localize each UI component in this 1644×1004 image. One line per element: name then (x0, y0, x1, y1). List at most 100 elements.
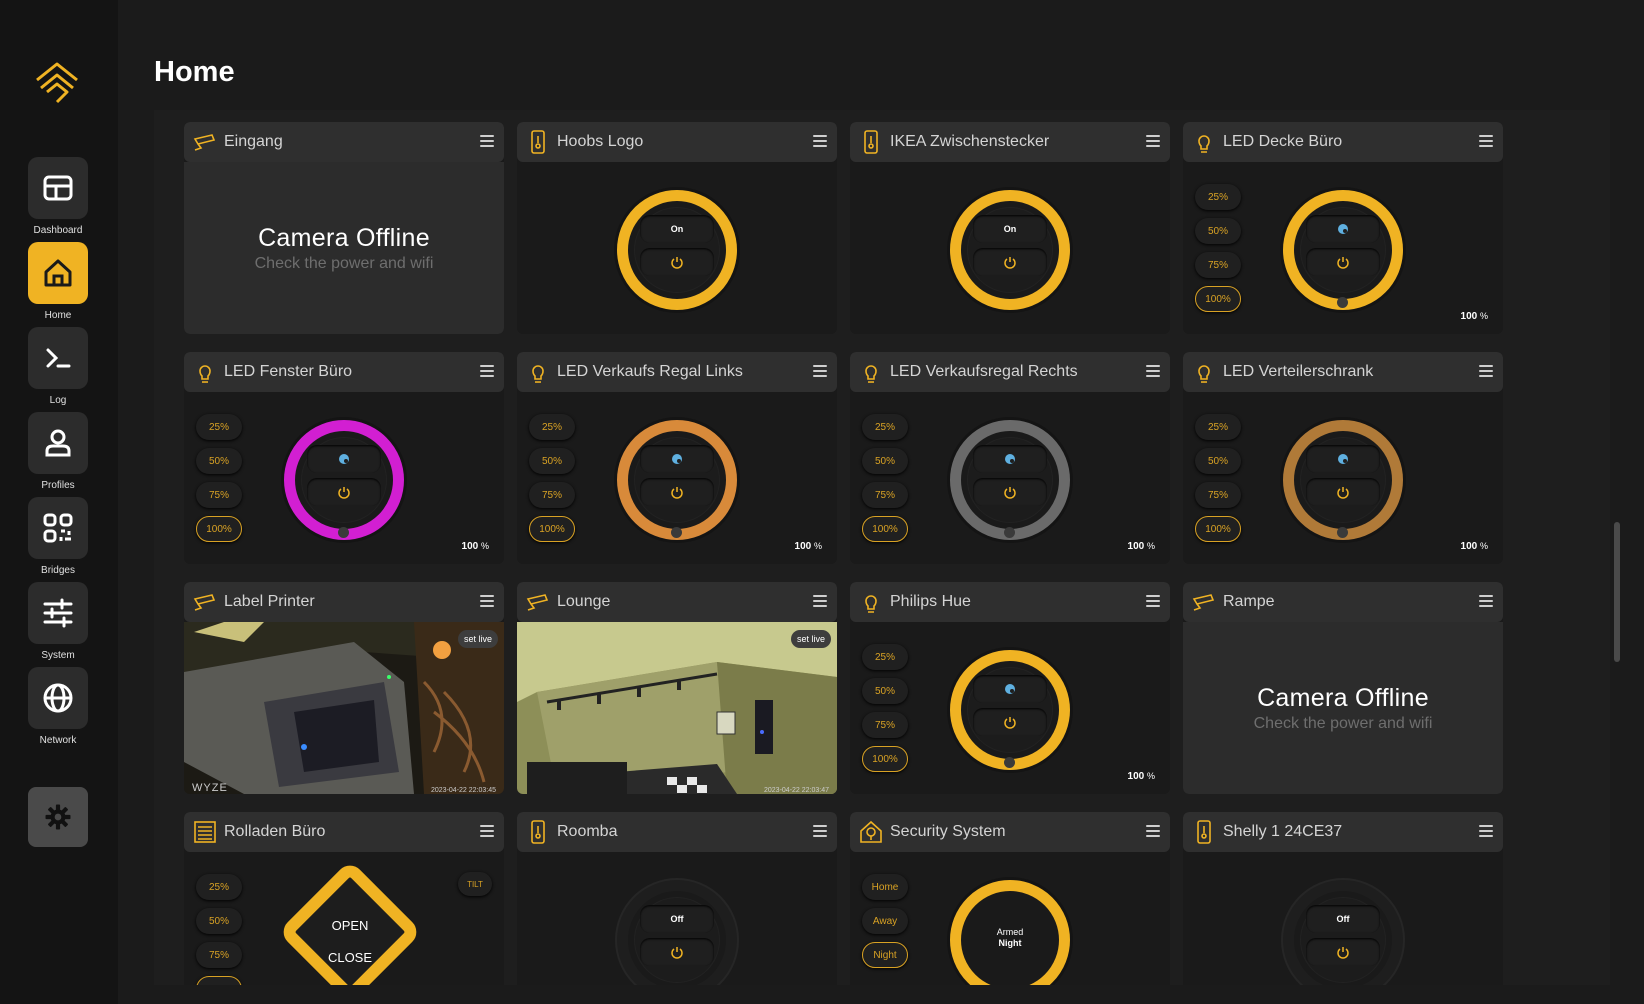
ring-knob[interactable] (1337, 527, 1348, 538)
nav-dashboard-button[interactable] (28, 157, 88, 219)
hoobs-logo[interactable] (33, 58, 81, 106)
card-header[interactable]: LED Verteilerschrank (1183, 352, 1503, 392)
power-button[interactable] (640, 938, 714, 966)
menu-icon[interactable] (813, 135, 827, 147)
ring-knob[interactable] (671, 527, 682, 538)
brightness-25-button[interactable]: 25% (1195, 414, 1241, 440)
power-button[interactable] (973, 478, 1047, 506)
card-header[interactable]: Rolladen Büro (184, 812, 504, 852)
security-dial[interactable]: Armed Night (950, 880, 1070, 985)
nav-item-network[interactable]: Network (28, 667, 88, 746)
light-dial[interactable] (1283, 190, 1403, 310)
menu-icon[interactable] (480, 825, 494, 837)
menu-icon[interactable] (1479, 595, 1493, 607)
color-button[interactable] (973, 445, 1047, 473)
brightness-75-button[interactable]: 75% (1195, 252, 1241, 278)
card-header[interactable]: Label Printer (184, 582, 504, 622)
light-dial[interactable] (284, 420, 404, 540)
nav-item-bridges[interactable]: Bridges (28, 497, 88, 576)
brightness-75-button[interactable]: 75% (862, 482, 908, 508)
brightness-50-button[interactable]: 50% (196, 448, 242, 474)
menu-icon[interactable] (480, 135, 494, 147)
brightness-100-button[interactable]: 100% (862, 516, 908, 542)
position-100-button[interactable]: 100% (196, 976, 242, 985)
nav-item-system[interactable]: System (28, 582, 88, 661)
brightness-100-button[interactable]: 100% (1195, 516, 1241, 542)
power-button[interactable] (973, 248, 1047, 276)
settings-button[interactable] (28, 787, 88, 847)
brightness-75-button[interactable]: 75% (529, 482, 575, 508)
brightness-50-button[interactable]: 50% (1195, 218, 1241, 244)
power-button[interactable] (1306, 248, 1380, 276)
switch-dial[interactable]: Off (1283, 880, 1403, 985)
brightness-25-button[interactable]: 25% (529, 414, 575, 440)
card-header[interactable]: Roomba (517, 812, 837, 852)
power-button[interactable] (1306, 938, 1380, 966)
card-header[interactable]: Rampe (1183, 582, 1503, 622)
set-live-button[interactable]: set live (790, 630, 831, 648)
menu-icon[interactable] (480, 365, 494, 377)
color-button[interactable] (1306, 445, 1380, 473)
ring-knob[interactable] (1004, 757, 1015, 768)
tilt-button[interactable]: TILT (458, 872, 492, 896)
power-button[interactable] (973, 708, 1047, 736)
position-25-button[interactable]: 25% (196, 874, 242, 900)
light-dial[interactable] (1283, 420, 1403, 540)
power-button[interactable] (1306, 478, 1380, 506)
brightness-75-button[interactable]: 75% (196, 482, 242, 508)
power-button[interactable] (307, 478, 381, 506)
nav-bridges-button[interactable] (28, 497, 88, 559)
nav-profiles-button[interactable] (28, 412, 88, 474)
switch-dial[interactable]: Off (617, 880, 737, 985)
scrollbar[interactable] (1610, 110, 1622, 985)
nav-item-dashboard[interactable]: Dashboard (28, 157, 88, 236)
menu-icon[interactable] (1146, 365, 1160, 377)
brightness-50-button[interactable]: 50% (1195, 448, 1241, 474)
brightness-100-button[interactable]: 100% (1195, 286, 1241, 312)
brightness-50-button[interactable]: 50% (862, 678, 908, 704)
color-button[interactable] (307, 445, 381, 473)
ring-knob[interactable] (338, 527, 349, 538)
card-header[interactable]: Shelly 1 24CE37 (1183, 812, 1503, 852)
menu-icon[interactable] (1479, 825, 1493, 837)
open-button[interactable]: OPEN (284, 910, 416, 942)
brightness-100-button[interactable]: 100% (529, 516, 575, 542)
set-live-button[interactable]: set live (457, 630, 498, 648)
close-button[interactable]: CLOSE (284, 942, 416, 974)
nav-system-button[interactable] (28, 582, 88, 644)
color-button[interactable] (640, 445, 714, 473)
menu-icon[interactable] (813, 825, 827, 837)
brightness-100-button[interactable]: 100% (862, 746, 908, 772)
nav-home-button[interactable] (28, 242, 88, 304)
light-dial[interactable] (950, 420, 1070, 540)
mode-away-button[interactable]: Away (862, 908, 908, 934)
mode-night-button[interactable]: Night (862, 942, 908, 968)
power-button[interactable] (640, 248, 714, 276)
camera-snapshot[interactable]: set live 2023-04-22 22:03:47 (517, 622, 837, 794)
card-header[interactable]: Security System (850, 812, 1170, 852)
camera-snapshot[interactable]: set live WYZE 2023-04-22 22:03:45 (184, 622, 504, 794)
nav-item-log[interactable]: Log (28, 327, 88, 406)
brightness-50-button[interactable]: 50% (529, 448, 575, 474)
brightness-25-button[interactable]: 25% (862, 644, 908, 670)
ring-knob[interactable] (1337, 297, 1348, 308)
color-button[interactable] (1306, 215, 1380, 243)
menu-icon[interactable] (1146, 595, 1160, 607)
brightness-25-button[interactable]: 25% (196, 414, 242, 440)
card-header[interactable]: Eingang (184, 122, 504, 162)
menu-icon[interactable] (1479, 365, 1493, 377)
card-header[interactable]: IKEA Zwischenstecker (850, 122, 1170, 162)
menu-icon[interactable] (1146, 135, 1160, 147)
nav-item-profiles[interactable]: Profiles (28, 412, 88, 491)
menu-icon[interactable] (1479, 135, 1493, 147)
brightness-50-button[interactable]: 50% (862, 448, 908, 474)
mode-home-button[interactable]: Home (862, 874, 908, 900)
card-header[interactable]: LED Verkaufs Regal Links (517, 352, 837, 392)
brightness-25-button[interactable]: 25% (1195, 184, 1241, 210)
brightness-25-button[interactable]: 25% (862, 414, 908, 440)
brightness-75-button[interactable]: 75% (1195, 482, 1241, 508)
card-header[interactable]: LED Fenster Büro (184, 352, 504, 392)
brightness-100-button[interactable]: 100% (196, 516, 242, 542)
light-dial[interactable] (617, 420, 737, 540)
menu-icon[interactable] (480, 595, 494, 607)
